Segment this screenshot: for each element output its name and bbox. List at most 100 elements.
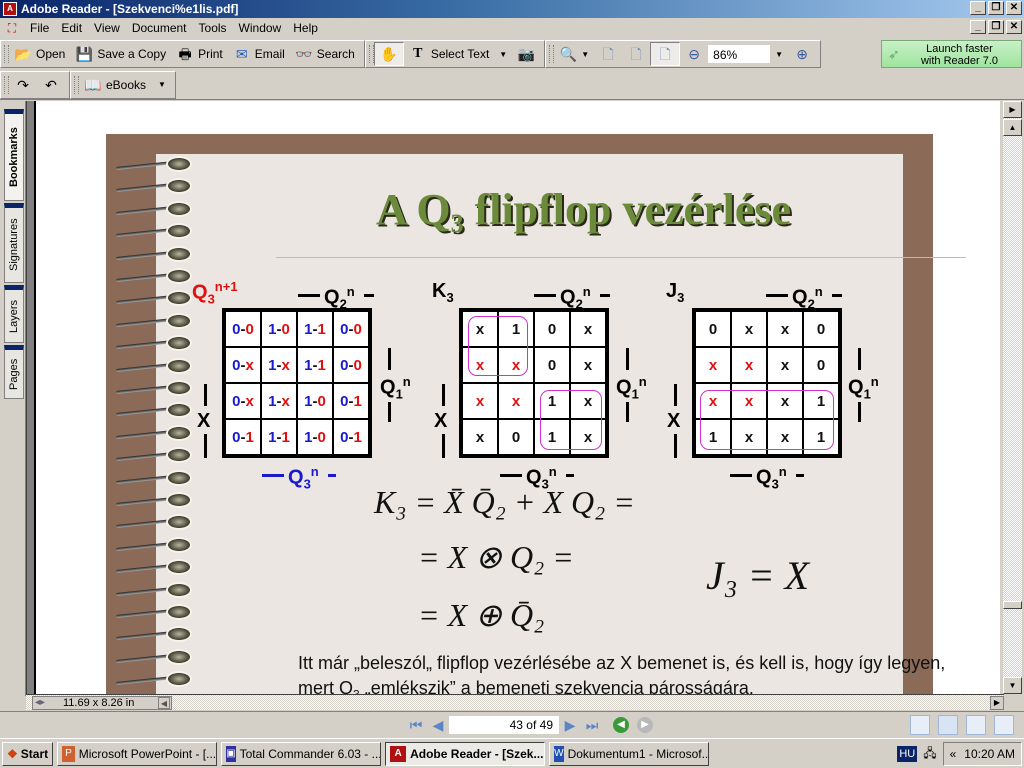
go-forward-button[interactable]: ▶: [637, 717, 653, 733]
panel-expand-arrow-icon[interactable]: ▶: [1003, 101, 1022, 118]
close-button[interactable]: ✕: [1006, 1, 1022, 15]
go-back-button[interactable]: ◀: [613, 717, 629, 733]
ebooks-button[interactable]: 📖 eBooks ▼: [79, 73, 171, 97]
scroll-left-arrow-icon[interactable]: ◀: [158, 697, 170, 709]
map1-label-sup: n+1: [214, 279, 238, 294]
email-button[interactable]: ✉ Email: [228, 42, 290, 66]
menu-help[interactable]: Help: [287, 21, 324, 35]
taskbar-item-word[interactable]: W Dokumentum1 - Microsof...: [549, 741, 710, 766]
resize-arrows-icon[interactable]: ◂▸: [35, 697, 45, 709]
show-hidden-icons-icon[interactable]: «: [950, 747, 957, 761]
zoom-dropdown[interactable]: ▼: [770, 42, 788, 66]
network-icon[interactable]: 🖧: [923, 744, 936, 765]
kmap-cell: x: [695, 347, 731, 383]
zoom-level-input[interactable]: 86%: [708, 45, 771, 63]
first-page-button[interactable]: ⏮: [405, 715, 427, 735]
spiral-wire: [116, 541, 174, 551]
launch-faster-button[interactable]: ➶ Launch faster with Reader 7.0: [881, 40, 1022, 68]
print-button[interactable]: 🖶 Print: [171, 42, 228, 66]
printer-icon: 🖶: [178, 46, 192, 62]
taskbar-item-powerpoint[interactable]: P Microsoft PowerPoint - [...: [57, 741, 218, 766]
rotate-counterclockwise-button[interactable]: ↶: [37, 73, 65, 97]
axis-sup: n: [548, 464, 557, 479]
page-size-indicator: ◂▸ 11.69 x 8.26 in ◀: [32, 696, 172, 710]
axis-sup: n: [310, 464, 319, 479]
continuous-layout-button[interactable]: [938, 715, 958, 735]
taskbar-item-total-commander[interactable]: ▣ Total Commander 6.03 - ...: [221, 741, 382, 766]
kmap-cell: 0-1: [333, 383, 369, 419]
continuous-facing-layout-button[interactable]: [966, 715, 986, 735]
spiral-wire: [116, 519, 174, 529]
scrollbar-thumb[interactable]: [1003, 601, 1022, 609]
menu-edit[interactable]: Edit: [55, 21, 88, 35]
axis-q: Q: [324, 286, 340, 309]
spiral-wire: [116, 496, 174, 507]
last-page-button[interactable]: ⏭: [581, 715, 603, 735]
tab-pages[interactable]: Pages: [4, 345, 24, 399]
adobe-reader-icon: A: [3, 2, 17, 16]
map1-left-bar-end: [204, 434, 207, 458]
facing-layout-button[interactable]: [994, 715, 1014, 735]
next-page-button[interactable]: ▶: [559, 715, 581, 735]
tab-layers[interactable]: Layers: [4, 285, 24, 343]
doc-restore-button[interactable]: ❐: [988, 20, 1004, 34]
doc-minimize-button[interactable]: _: [970, 20, 986, 34]
spiral-ring: [116, 561, 196, 575]
map1-bottom-bar-end: [328, 474, 336, 477]
spiral-hole: [168, 202, 190, 215]
doc-close-button[interactable]: ✕: [1006, 20, 1022, 34]
tab-signatures[interactable]: Signatures: [4, 203, 24, 283]
spiral-ring: [116, 202, 196, 217]
chevron-down-icon[interactable]: ▼: [499, 50, 507, 59]
map1-label-sub: 3: [207, 291, 215, 307]
spiral-ring: [116, 494, 196, 508]
axis-sup: n: [402, 374, 411, 389]
tab-bookmarks[interactable]: Bookmarks: [4, 109, 24, 201]
axis-sub: 1: [631, 386, 639, 402]
map3-right-axis: Q1n: [848, 374, 879, 402]
menu-view[interactable]: View: [88, 21, 126, 35]
zoom-in-tool-button[interactable]: 🔍 ▼: [554, 42, 594, 66]
open-button[interactable]: 📂 Open: [9, 42, 70, 66]
taskbar-item-adobe-reader[interactable]: A Adobe Reader - [Szek...: [385, 741, 546, 766]
menu-tools[interactable]: Tools: [193, 21, 233, 35]
search-button[interactable]: 👓 Search: [290, 42, 360, 66]
spiral-hole: [168, 247, 190, 260]
chevron-down-icon[interactable]: ▼: [581, 50, 589, 59]
hand-tool-button[interactable]: ✋: [373, 42, 404, 66]
page-number-input[interactable]: 43 of 49: [449, 716, 559, 734]
spiral-ring: [116, 426, 196, 441]
spiral-wire: [116, 384, 174, 395]
previous-page-button[interactable]: ◀: [427, 715, 449, 735]
zoom-in-button[interactable]: ⊕: [788, 42, 816, 66]
document-viewport[interactable]: A Q3 flipflop vezérlése Q3n+1 Q2n 0-01-0…: [34, 101, 1000, 694]
menu-file[interactable]: File: [24, 21, 55, 35]
single-page-layout-button[interactable]: [910, 715, 930, 735]
rotate-clockwise-button[interactable]: ↷: [9, 73, 37, 97]
save-copy-button[interactable]: 💾 Save a Copy: [70, 42, 171, 66]
rotate-cw-page-icon: ↷: [17, 76, 29, 93]
start-button[interactable]: ❖ Start: [2, 741, 54, 766]
restore-button[interactable]: ❐: [988, 1, 1004, 15]
minimize-button[interactable]: _: [970, 1, 986, 15]
language-indicator[interactable]: HU: [897, 746, 918, 762]
menu-window[interactable]: Window: [233, 21, 288, 35]
menu-document[interactable]: Document: [126, 21, 193, 35]
zoom-out-button[interactable]: ⊖: [680, 42, 708, 66]
scroll-down-arrow-icon[interactable]: ▼: [1003, 677, 1022, 694]
panel-splitter[interactable]: [26, 101, 34, 696]
scroll-right-arrow-icon[interactable]: ▶: [990, 696, 1004, 710]
kmap-cell: x: [570, 311, 606, 347]
snapshot-button[interactable]: 📷: [512, 42, 540, 66]
equation-k3-line2: = X ⊗ Q₂ =: [418, 539, 574, 575]
vertical-scrollbar[interactable]: ▶ ▲ ▼: [1003, 101, 1022, 694]
horizontal-scrollbar[interactable]: [26, 694, 1004, 710]
scroll-up-arrow-icon[interactable]: ▲: [1003, 119, 1022, 136]
fit-width-button[interactable]: 🗋: [650, 42, 681, 66]
fit-page-button[interactable]: 🗋: [622, 42, 650, 66]
select-text-button[interactable]: T Select Text ▼: [404, 42, 512, 66]
pdf-document-icon[interactable]: ⛶: [4, 20, 20, 36]
actual-size-button[interactable]: 🗋: [594, 42, 622, 66]
menu-bar: ⛶ File Edit View Document Tools Window H…: [0, 18, 1024, 38]
kmap-cell: x: [462, 383, 498, 419]
